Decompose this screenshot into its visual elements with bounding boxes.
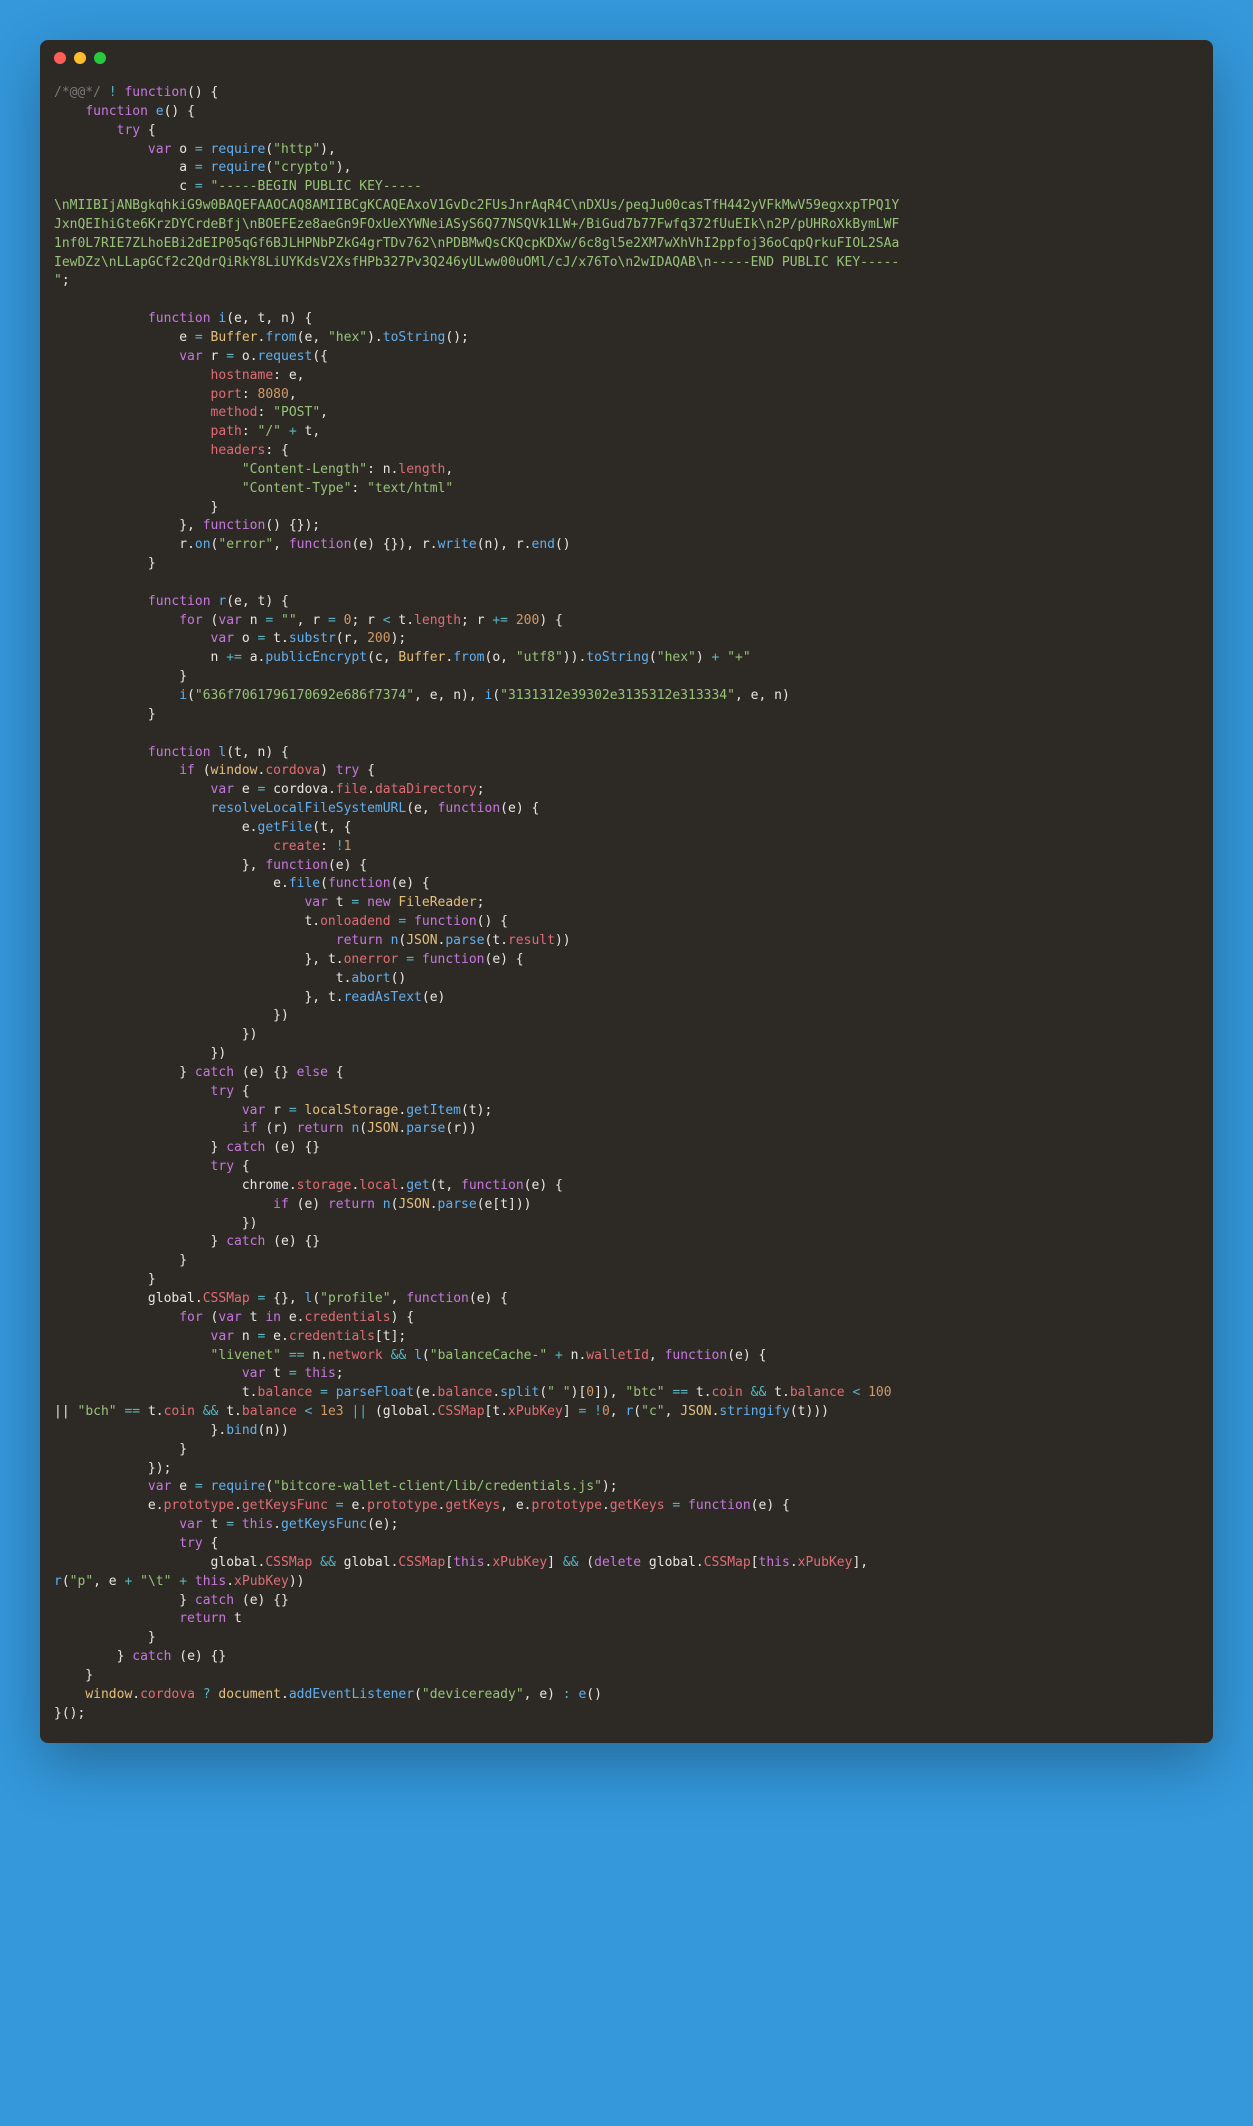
minimize-icon[interactable]: [74, 52, 86, 64]
code-window: /*@@*/ ! function() { function e() { try…: [40, 40, 1213, 1743]
comment-opener: /*@@*/: [54, 85, 101, 100]
titlebar: [40, 40, 1213, 76]
close-icon[interactable]: [54, 52, 66, 64]
code-area: /*@@*/ ! function() { function e() { try…: [40, 76, 1213, 1743]
maximize-icon[interactable]: [94, 52, 106, 64]
